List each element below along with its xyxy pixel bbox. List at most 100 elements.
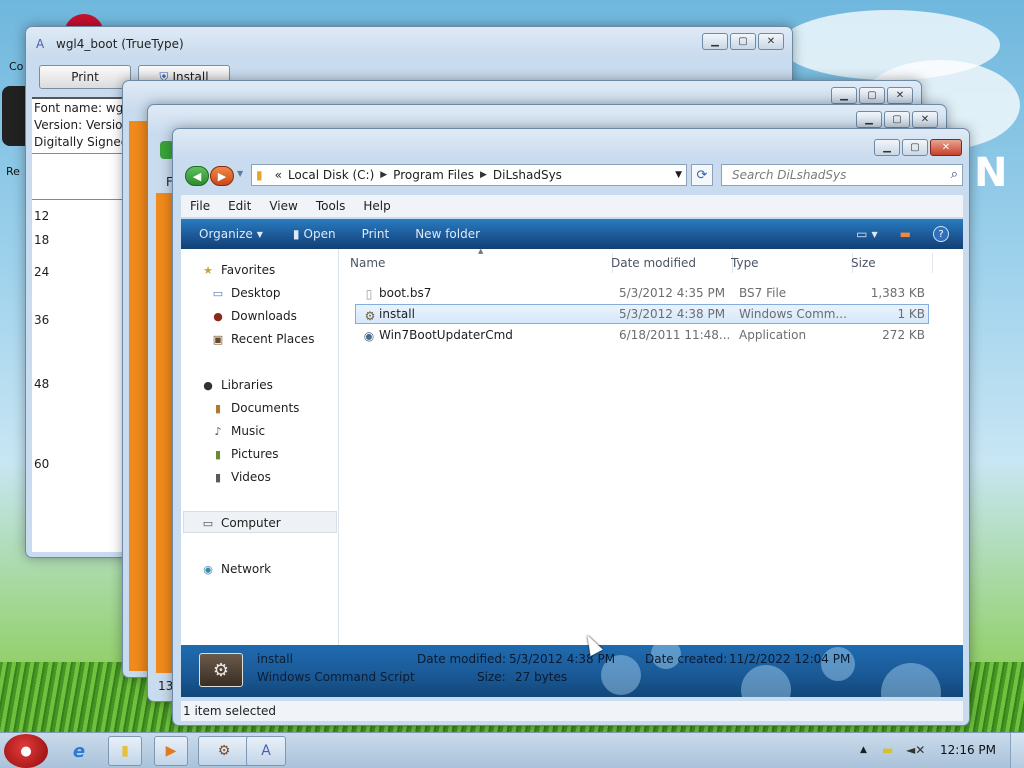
breadcrumb-item[interactable]: Program Files [393, 168, 474, 182]
address-dropdown-icon[interactable]: ▼ [675, 170, 682, 180]
taskbar-item-explorer[interactable]: ▮ [108, 736, 142, 766]
open-icon: ▮ [292, 227, 300, 241]
nav-music[interactable]: ♪ Music [211, 424, 265, 438]
search-placeholder: Search DiLshadSys [732, 168, 847, 182]
view-icon: ▭ [856, 227, 868, 241]
libraries-icon: ● [203, 378, 213, 392]
maximize-button[interactable]: ▢ [884, 111, 910, 128]
minimize-button[interactable]: ▁ [702, 33, 728, 50]
column-size[interactable]: Size [851, 249, 876, 277]
column-date-modified[interactable]: Date modified [611, 249, 696, 277]
back-button[interactable]: ◀ [185, 166, 209, 186]
breadcrumb-overflow[interactable]: « [275, 168, 282, 182]
menu-view[interactable]: View [260, 199, 306, 213]
partial-label: 13 [158, 679, 174, 693]
details-size-label: Size: [477, 670, 506, 684]
menu-tools[interactable]: Tools [307, 199, 355, 213]
minimize-button[interactable]: ▁ [831, 87, 857, 104]
volume-muted-icon[interactable]: ◄✕ [906, 743, 925, 757]
show-desktop-button[interactable] [1010, 733, 1024, 768]
nav-computer-label: Computer [221, 516, 281, 530]
organize-button[interactable]: Organize ▼ [191, 227, 271, 241]
help-button[interactable]: ? [925, 226, 957, 242]
documents-icon: ▮ [214, 401, 222, 415]
close-button[interactable]: ✕ [887, 87, 913, 104]
ie-icon[interactable]: e [66, 739, 92, 763]
window-title: wgl4_boot (TrueType) [56, 37, 184, 51]
close-button[interactable]: ✕ [912, 111, 938, 128]
refresh-button[interactable]: ⟳ [691, 164, 713, 186]
file-icon: ▯ [365, 286, 373, 301]
recent-pages-dropdown-icon[interactable]: ▼ [237, 169, 243, 178]
file-row[interactable]: ◉ Win7BootUpdaterCmd 6/18/2011 11:48... … [355, 325, 929, 345]
breadcrumb-separator-icon[interactable]: ▶ [480, 170, 487, 180]
file-name: Win7BootUpdaterCmd [379, 328, 513, 342]
taskbar-item-media[interactable]: ▶ [154, 736, 188, 766]
explorer-window[interactable]: ▁ ▢ ✕ ◀ ▶ ▼ ▮ « Local Disk (C:) ▶ Progra… [172, 128, 970, 726]
notification-flag-icon[interactable]: ▬ [882, 743, 893, 757]
show-hidden-icons[interactable]: ▲ [860, 745, 867, 755]
menu-help[interactable]: Help [354, 199, 399, 213]
nav-documents[interactable]: ▮ Documents [211, 401, 299, 415]
nav-desktop-label: Desktop [231, 286, 281, 300]
nav-libraries[interactable]: ● Libraries [201, 378, 273, 392]
nav-computer[interactable]: ▭ Computer [201, 516, 281, 530]
new-folder-button[interactable]: New folder [407, 227, 488, 241]
caption-buttons: ▁ ▢ ✕ [856, 111, 938, 128]
nav-pictures[interactable]: ▮ Pictures [211, 447, 279, 461]
size-label: 24 [34, 265, 50, 279]
preview-pane-button[interactable]: ▬ [892, 227, 919, 241]
column-name[interactable]: Name [350, 249, 385, 277]
close-button[interactable]: ✕ [758, 33, 784, 50]
desktop-icon-label[interactable]: Re [6, 165, 20, 178]
column-name-label: Name [350, 256, 386, 270]
file-type: Application [739, 328, 807, 342]
file-date: 5/3/2012 4:35 PM [619, 286, 726, 300]
file-row-selected[interactable]: ⚙ install 5/3/2012 4:38 PM Windows Comm.… [355, 304, 929, 324]
change-view-button[interactable]: ▭ ▼ [848, 227, 886, 241]
back-arrow-icon: ◀ [192, 169, 202, 183]
open-label: Open [303, 227, 336, 241]
taskbar-item-app[interactable]: ⚙ [198, 736, 250, 766]
nav-recent-places[interactable]: ▣ Recent Places [211, 332, 315, 346]
print-button[interactable]: Print [39, 65, 131, 89]
maximize-button[interactable]: ▢ [902, 139, 928, 156]
minimize-button[interactable]: ▁ [856, 111, 882, 128]
breadcrumb-item[interactable]: DiLshadSys [493, 168, 562, 182]
forward-button[interactable]: ▶ [210, 166, 234, 186]
breadcrumb-item[interactable]: Local Disk (C:) [288, 168, 374, 182]
details-name: install [257, 652, 293, 666]
column-separator[interactable] [932, 253, 933, 273]
search-input[interactable]: Search DiLshadSys ⌕ [721, 164, 963, 186]
taskbar-item-font-viewer[interactable]: A [246, 736, 286, 766]
menu-file[interactable]: File [181, 199, 219, 213]
print-button[interactable]: Print [354, 227, 398, 241]
address-bar[interactable]: ▮ « Local Disk (C:) ▶ Program Files ▶ Di… [251, 164, 687, 186]
nav-network[interactable]: ◉ Network [201, 562, 271, 576]
desktop-icon-label[interactable]: Co [9, 60, 23, 73]
start-button[interactable]: ● [4, 734, 48, 768]
nav-downloads[interactable]: ● Downloads [211, 309, 297, 323]
nav-videos[interactable]: ▮ Videos [211, 470, 271, 484]
open-button[interactable]: ▮ Open [285, 227, 344, 241]
column-type[interactable]: Type [731, 249, 759, 277]
file-row[interactable]: ▯ boot.bs7 5/3/2012 4:35 PM BS7 File 1,3… [355, 283, 929, 303]
menu-edit[interactable]: Edit [219, 199, 260, 213]
nav-favorites[interactable]: ★ Favorites [201, 263, 275, 277]
search-icon[interactable]: ⌕ [951, 167, 958, 182]
chevron-down-icon: ▼ [871, 229, 878, 239]
details-type: Windows Command Script [257, 670, 415, 684]
column-type-label: Type [731, 256, 759, 270]
recent-places-icon: ▣ [212, 332, 224, 346]
nav-pictures-label: Pictures [231, 447, 279, 461]
maximize-button[interactable]: ▢ [859, 87, 885, 104]
clock[interactable]: 12:16 PM [940, 743, 996, 757]
computer-icon: ▭ [202, 516, 214, 530]
breadcrumb-separator-icon[interactable]: ▶ [380, 170, 387, 180]
minimize-button[interactable]: ▁ [874, 139, 900, 156]
folder-icon: ▮ [121, 743, 129, 759]
close-button[interactable]: ✕ [930, 139, 962, 156]
nav-desktop[interactable]: ▭ Desktop [211, 286, 281, 300]
maximize-button[interactable]: ▢ [730, 33, 756, 50]
caption-buttons: ▁ ▢ ✕ [831, 87, 913, 104]
